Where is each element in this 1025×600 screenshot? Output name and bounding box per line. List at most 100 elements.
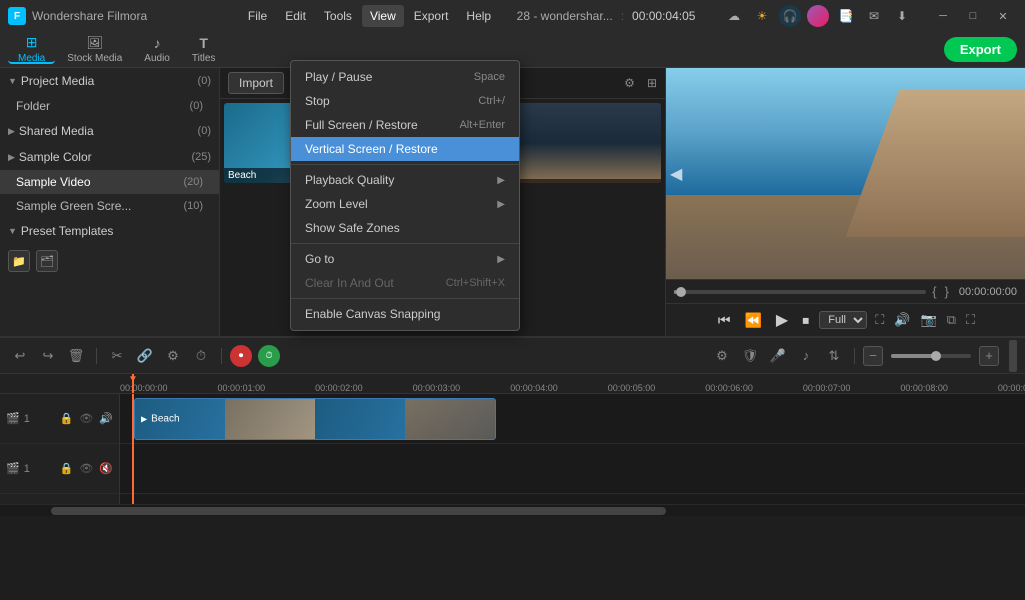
clip-beach[interactable]: ▶ Beach [134,398,496,440]
tab-media[interactable]: ⊞ Media [8,36,55,64]
add-template-button[interactable]: 🗂 [36,250,58,272]
undo-button[interactable]: ↩ [8,344,32,368]
menu-export[interactable]: Export [406,5,457,27]
cloud-icon[interactable]: ☁ [723,5,745,27]
headset-icon[interactable]: 🎧 [779,5,801,27]
timeline-toolbar: ↩ ↪ 🗑 ✂ 🔗 ⚙ ⏱ ⏺ ⏱ ⚙ 🛡 🎤 ♪ ⇅ − + [0,338,1025,374]
menu-row-zoom-level[interactable]: Zoom Level ▶ [291,192,519,216]
download-icon[interactable]: ⬇ [891,5,913,27]
shield-icon[interactable]: 🛡 [738,344,762,368]
menu-tools[interactable]: Tools [316,5,360,27]
sun-icon[interactable]: ☀ [751,5,773,27]
chevron-down-icon: ▼ [8,76,17,86]
close-button[interactable]: ✕ [989,5,1017,27]
mail-icon[interactable]: ✉ [863,5,885,27]
tab-stock-media[interactable]: 🖼 Stock Media [57,36,132,64]
settings-icon[interactable]: ⚙ [710,344,734,368]
tab-titles[interactable]: T Titles [182,36,226,64]
menu-row-go-to[interactable]: Go to ▶ [291,247,519,271]
track-1-eye-icon[interactable]: 👁 [79,412,93,425]
separator-1 [96,348,97,364]
menu-row-vertical-screen[interactable]: Vertical Screen / Restore [291,137,519,161]
separator-2 [221,348,222,364]
sidebar-header-project-media[interactable]: ▼ Project Media (0) [0,68,219,94]
import-button[interactable]: Import [228,72,284,94]
preview-timeline-slider[interactable] [674,290,926,294]
menu-edit[interactable]: Edit [277,5,314,27]
menu-file[interactable]: File [240,5,275,27]
split-icon[interactable]: ⇅ [822,344,846,368]
track-1-lock-icon[interactable]: 🔒 [60,412,74,425]
in-point-button[interactable]: { [930,284,938,299]
filter-icon[interactable]: ⚙ [624,76,635,90]
out-point-button[interactable]: } [943,284,951,299]
user-avatar[interactable] [807,5,829,27]
stop-button[interactable]: ⏹ [798,310,813,331]
rewind-button[interactable]: ⏪ [740,310,765,331]
cut-button[interactable]: ✂ [105,344,129,368]
sidebar-item-sample-video[interactable]: Sample Video (20) [0,170,219,194]
menu-row-playback-quality[interactable]: Playback Quality ▶ [291,168,519,192]
play-button[interactable]: ▶ [772,308,792,332]
volume-icon[interactable]: 🔊 [892,310,912,330]
track-1-sound-icon[interactable]: 🔊 [99,412,113,425]
ruler-mark-4: 00:00:04:00 [510,383,558,393]
timer-display: 00:00:04:05 [632,9,695,23]
menu-row-play-pause[interactable]: Play / Pause Space [291,65,519,89]
delete-button[interactable]: 🗑 [64,344,88,368]
menu-row-canvas-snapping[interactable]: Enable Canvas Snapping [291,302,519,326]
track-row-2 [120,444,1025,494]
project-name: 28 - wondershar... [517,9,613,23]
track-2-number: 1 [24,463,30,475]
audio-adj-button[interactable]: ⚙ [161,344,185,368]
menu-row-safe-zones[interactable]: Show Safe Zones [291,216,519,240]
sidebar-header-shared-media[interactable]: ▶ Shared Media (0) [0,118,219,144]
zoom-in-button[interactable]: + [979,346,999,366]
grid-view-icon[interactable]: ⊞ [647,76,657,90]
track-2-lock-icon[interactable]: 🔒 [60,462,74,475]
fullscreen-icon[interactable]: ⛶ [964,310,977,330]
new-folder-button[interactable]: 📁 [8,250,30,272]
bookmark-icon[interactable]: 📑 [835,5,857,27]
track-2-mute-icon[interactable]: 🔇 [99,462,113,475]
export-button[interactable]: Export [944,37,1017,62]
redo-button[interactable]: ↪ [36,344,60,368]
zoom-out-button[interactable]: − [863,346,883,366]
zoom-slider[interactable] [891,354,971,358]
pip-icon[interactable]: ⧉ [945,310,958,330]
link-button[interactable]: 🔗 [133,344,157,368]
sidebar-item-folder[interactable]: Folder (0) [0,94,219,118]
screenshot-icon[interactable]: 📷 [919,310,939,330]
sidebar-header-preset-templates[interactable]: ▼ Preset Templates [0,218,219,244]
prev-arrow-icon[interactable]: ◀ [670,164,682,184]
tab-audio[interactable]: ♪ Audio [134,36,180,64]
record-2-button[interactable]: ⏱ [258,345,280,367]
track-headers: 🎬 1 🔒 👁 🔊 🎬 1 🔒 👁 🔇 [0,394,120,504]
sidebar-header-sample-color[interactable]: ▶ Sample Color (25) [0,144,219,170]
track-2-eye-icon[interactable]: 👁 [79,462,93,475]
ruler-mark-2: 00:00:02:00 [315,383,363,393]
menu-view[interactable]: View [362,5,404,27]
record-button[interactable]: ⏺ [230,345,252,367]
chevron-right-icon: ▶ [8,126,15,137]
track-height-handle[interactable] [1009,340,1017,372]
menu-row-clear-in-out[interactable]: Clear In And Out Ctrl+Shift+X [291,271,519,295]
sidebar-section-preset-templates: ▼ Preset Templates 📁 🗂 [0,218,219,278]
speed-button[interactable]: ⏱ [189,344,213,368]
scrollbar-thumb[interactable] [51,507,666,515]
maximize-button[interactable]: □ [959,5,987,27]
music-icon[interactable]: ♪ [794,344,818,368]
crop-icon[interactable]: ⛶ [873,310,886,330]
microphone-icon[interactable]: 🎤 [766,344,790,368]
step-back-button[interactable]: ⏮ [714,310,735,331]
quality-select[interactable]: Full [819,311,867,329]
sidebar-item-sample-green[interactable]: Sample Green Scre... (10) [0,194,219,218]
ruler-mark-5: 00:00:05:00 [608,383,656,393]
minimize-button[interactable]: ─ [929,5,957,27]
view-menu-dropdown: Play / Pause Space Stop Ctrl+/ Full Scre… [290,60,520,331]
menu-row-fullscreen[interactable]: Full Screen / Restore Alt+Enter [291,113,519,137]
menu-row-stop[interactable]: Stop Ctrl+/ [291,89,519,113]
menu-help[interactable]: Help [458,5,499,27]
header-icons: ☁ ☀ 🎧 📑 ✉ ⬇ [723,5,913,27]
ruler-mark-1: 00:00:01:00 [218,383,266,393]
